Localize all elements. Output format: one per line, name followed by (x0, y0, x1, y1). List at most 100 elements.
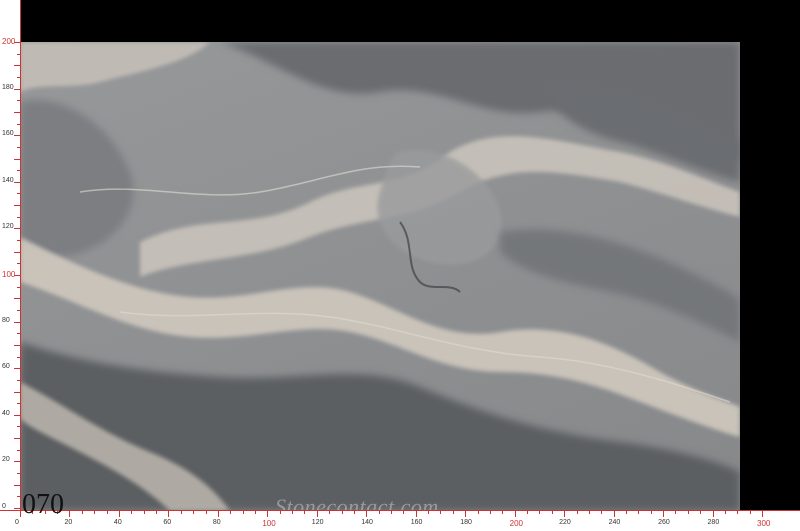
watermark-text: Stonecontact.com (275, 494, 439, 511)
horizontal-ruler-label: 0 (15, 519, 19, 526)
vertical-ruler-tick (14, 251, 20, 253)
horizontal-ruler-tick (428, 511, 430, 514)
horizontal-ruler-tick (687, 511, 689, 514)
horizontal-ruler-tick (440, 511, 442, 514)
horizontal-ruler-tick (749, 511, 751, 514)
horizontal-ruler-tick (700, 511, 702, 514)
horizontal-ruler-label: 180 (460, 519, 472, 526)
horizontal-ruler-tick (131, 511, 133, 514)
vertical-ruler-tick (17, 449, 20, 451)
horizontal-ruler-tick (168, 511, 170, 517)
vertical-ruler-tick (14, 321, 20, 323)
horizontal-ruler-tick (341, 511, 343, 514)
horizontal-ruler-tick (242, 511, 244, 514)
vertical-ruler-tick (14, 391, 20, 393)
horizontal-ruler-tick (180, 511, 182, 514)
vertical-ruler-tick (14, 65, 20, 67)
vertical-ruler-tick (14, 508, 20, 509)
horizontal-ruler-tick (489, 511, 491, 514)
horizontal-ruler-tick (613, 511, 615, 517)
vertical-ruler-label: 120 (2, 223, 14, 231)
horizontal-ruler-tick (650, 511, 652, 514)
horizontal-ruler-tick (601, 511, 603, 514)
horizontal-ruler-tick (143, 511, 145, 514)
horizontal-ruler-tick (292, 511, 294, 514)
horizontal-ruler-tick (675, 511, 677, 514)
vertical-ruler-tick (14, 461, 20, 463)
vertical-ruler-tick (17, 53, 20, 55)
vertical-ruler-tick (17, 146, 20, 148)
horizontal-ruler-label: 280 (707, 519, 720, 526)
vertical-ruler-tick (17, 240, 20, 242)
horizontal-ruler-tick (588, 511, 590, 514)
horizontal-ruler-tick (106, 511, 108, 514)
horizontal-ruler-label: 80 (212, 519, 221, 526)
vertical-ruler-tick (17, 379, 20, 381)
horizontal-ruler-tick (217, 511, 219, 517)
gray-swirl-left (20, 100, 134, 258)
horizontal-ruler-tick (762, 511, 763, 517)
vertical-ruler-tick (14, 484, 20, 486)
vertical-ruler-label: 0 (2, 503, 6, 510)
vertical-ruler-label: 140 (2, 176, 14, 184)
marble-texture (20, 42, 740, 511)
vertical-ruler-tick (14, 368, 20, 370)
vertical-ruler-tick (17, 333, 20, 335)
light-vein-top-left (20, 42, 210, 92)
horizontal-ruler-tick (81, 511, 83, 514)
horizontal-ruler-tick (724, 511, 726, 514)
horizontal-ruler-tick (279, 511, 281, 514)
horizontal-ruler-label: 40 (113, 519, 122, 526)
marble-slab-photo: Stonecontact.com (20, 42, 740, 511)
vertical-ruler-tick (17, 170, 20, 172)
horizontal-ruler-tick (193, 511, 195, 514)
horizontal-ruler-tick (329, 511, 331, 514)
horizontal-ruler-tick (452, 511, 454, 514)
vertical-ruler-tick (14, 298, 20, 300)
horizontal-ruler-tick (663, 511, 665, 517)
vertical-ruler-tick (14, 158, 20, 160)
black-background-right (740, 0, 800, 511)
horizontal-ruler-tick (712, 511, 714, 517)
vertical-ruler-label: 80 (2, 316, 10, 324)
horizontal-ruler-label: 160 (410, 519, 423, 526)
vertical-ruler-tick (17, 286, 20, 288)
horizontal-ruler-label: 60 (163, 519, 172, 526)
black-background-top (20, 0, 740, 42)
horizontal-ruler-label: 240 (608, 519, 621, 526)
horizontal-ruler-tick (316, 511, 318, 517)
horizontal-ruler-tick (20, 511, 21, 517)
vertical-ruler-tick (14, 344, 20, 346)
vertical-ruler-label: 200 (2, 37, 16, 46)
vertical-ruler-tick (14, 228, 20, 230)
vertical-ruler-tick (17, 263, 20, 265)
horizontal-ruler-tick (737, 511, 739, 514)
vertical-ruler-tick (17, 426, 20, 428)
vertical-ruler-tick (17, 216, 20, 218)
horizontal-ruler-tick (254, 511, 256, 514)
horizontal-ruler: 0 20 40 60 80 100 120 140 160 180 200 220 240 260 280 3… (0, 510, 800, 531)
vertical-ruler-tick (17, 496, 20, 498)
vertical-ruler-tick (14, 135, 20, 137)
horizontal-ruler-tick (564, 511, 566, 517)
horizontal-ruler-tick (539, 511, 541, 514)
horizontal-ruler-label: 200 (509, 519, 524, 528)
horizontal-ruler-tick (118, 511, 120, 517)
vertical-ruler-tick (14, 438, 20, 440)
horizontal-ruler-tick (638, 511, 640, 514)
vertical-ruler-tick (17, 123, 20, 125)
vertical-ruler-tick (17, 403, 20, 405)
horizontal-ruler-tick (551, 511, 553, 514)
horizontal-ruler-tick (465, 511, 467, 517)
horizontal-ruler-tick (527, 511, 529, 514)
vertical-ruler: 0 20 40 60 80 100 120 140 160 180 200 (0, 0, 21, 531)
horizontal-ruler-label: 20 (64, 519, 73, 526)
vertical-ruler-tick (14, 181, 20, 183)
horizontal-ruler-tick (477, 511, 479, 514)
vertical-ruler-tick (14, 88, 20, 90)
horizontal-ruler-tick (415, 511, 417, 517)
horizontal-ruler-label: 300 (757, 519, 771, 528)
horizontal-ruler-tick (576, 511, 578, 514)
horizontal-ruler-tick (366, 511, 368, 517)
horizontal-ruler-tick (502, 511, 504, 514)
